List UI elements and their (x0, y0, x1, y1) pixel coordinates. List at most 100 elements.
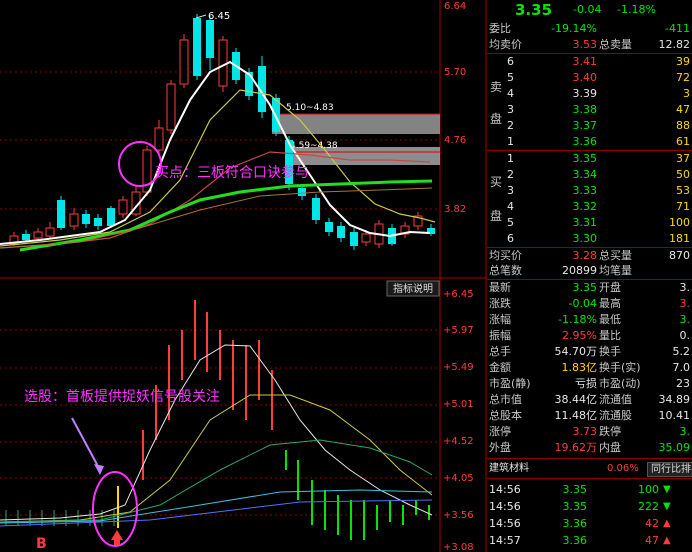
high-marker-label: 6.45 (208, 11, 230, 22)
stat-label: 市盈(动) (599, 377, 641, 390)
tick-time: 14:56 (489, 517, 521, 530)
stat-row: 总手 54.70万 换手 5.2 (487, 344, 692, 360)
bid-row[interactable]: 5 3.31 100 (487, 215, 692, 231)
stat-label: 最低 (599, 313, 621, 326)
book-price: 3.39 (572, 87, 598, 100)
candle-body-down (82, 214, 90, 224)
book-volume: 39 (676, 55, 690, 68)
stat-row: 涨停 3.73 跌停 3. (487, 424, 692, 440)
bid-row[interactable]: 2 3.34 50 (487, 167, 692, 183)
tick-time: 14:56 (489, 500, 521, 513)
book-level: 1 (507, 152, 514, 165)
stat-label: 开盘 (599, 281, 621, 294)
down-arrow-icon: ▼ (663, 501, 671, 512)
candle-body-down (193, 18, 201, 76)
stat-row: 最新 3.35 开盘 3. (487, 280, 692, 296)
book-volume: 181 (669, 232, 690, 245)
ask-row[interactable]: 6 3.41 39 (487, 54, 692, 70)
book-level: 3 (507, 184, 514, 197)
stat-value: 亏损 (575, 377, 597, 390)
ask-row[interactable]: 3 3.38 47 (487, 102, 692, 118)
tick-row: 14:56 3.36 42 ▲ (487, 516, 692, 532)
book-price: 3.35 (572, 152, 598, 165)
tick-time: 14:57 (489, 534, 521, 547)
stat-value: 3. (679, 297, 691, 310)
stat-label: 跌停 (599, 425, 621, 438)
stat-value: 10.41 (658, 409, 691, 422)
ask-row[interactable]: 1 3.36 61 (487, 134, 692, 150)
stat-label: 市盈(静) (489, 377, 531, 390)
wei-bi-label: 委比 (489, 22, 511, 35)
book-volume: 61 (676, 135, 690, 148)
candle-body-down (94, 218, 102, 226)
divider (487, 458, 692, 459)
bid-row[interactable]: 6 3.30 181 (487, 231, 692, 247)
bid-avg-value: 3.28 (572, 249, 598, 262)
book-price: 3.36 (572, 135, 598, 148)
ask-book: 卖 盘 6 3.41 39 5 3.40 72 4 3.39 3 3 3.38 47 2 3.37 88 1 3… (487, 54, 692, 150)
sector-name[interactable]: 建筑材料 (489, 461, 529, 477)
kline-chart[interactable]: 6.64 5.70 4.76 3.82 5.10~4.83 4.59~4.38 … (0, 0, 487, 552)
bid-row[interactable]: 4 3.32 71 (487, 199, 692, 215)
stat-value: 11.48亿 (554, 409, 598, 422)
sub-axis-tick: +3.08 (443, 542, 474, 552)
book-price: 3.31 (572, 216, 598, 229)
price-tick-3: 3.82 (444, 204, 466, 215)
candle-body-down (107, 208, 115, 226)
bid-total-label: 总买量 (599, 249, 632, 262)
stat-value: 3. (679, 281, 691, 294)
last-price: 3.35 (515, 1, 553, 19)
sub-axis-tick: +4.52 (443, 436, 474, 447)
stat-value: -1.18% (558, 313, 597, 326)
stat-row: 涨幅 -1.18% 最低 3. (487, 312, 692, 328)
stat-row: 总股本 11.48亿 流通股 10.41 (487, 408, 692, 424)
resistance-box-lower-label: 4.59~4.38 (290, 141, 338, 151)
sector-rank-button[interactable]: 同行比排名 (647, 462, 692, 477)
stat-value: 0. (679, 329, 691, 342)
stat-row: 市盈(静) 亏损 市盈(动) 23 (487, 376, 692, 392)
wei-bi-value: -19.14% (551, 22, 597, 35)
book-volume: 72 (676, 71, 690, 84)
candle-body-down (22, 234, 30, 240)
indicator-help-label: 指标说明 (393, 282, 433, 295)
tick-row: 14:56 3.35 222 ▼ (487, 499, 692, 515)
stat-value: 3. (679, 425, 691, 438)
up-arrow-icon: ▲ (663, 535, 671, 546)
bid-row[interactable]: 3 3.33 53 (487, 183, 692, 199)
candle-body-up (69, 213, 79, 227)
candle-body-down (350, 232, 358, 246)
book-price: 3.37 (572, 119, 598, 132)
stat-value: 3. (679, 313, 691, 326)
resistance-box-upper-label: 5.10~4.83 (286, 103, 334, 113)
book-volume: 50 (676, 168, 690, 181)
bid-row[interactable]: 1 3.35 37 (487, 151, 692, 167)
candle-body-up (361, 233, 371, 243)
stat-row: 外盘 19.62万 内盘 35.09 (487, 440, 692, 456)
signal-letter: B (36, 536, 47, 552)
book-level: 4 (507, 200, 514, 213)
stat-value: 23 (676, 377, 690, 390)
stat-label: 涨跌 (489, 297, 511, 310)
trades-row: 总笔数 20899 均笔量 (487, 263, 692, 279)
buy-point-annotation: 买点：三板符合口诀参与 (155, 164, 309, 181)
stat-value: 2.95% (562, 329, 597, 342)
stat-value: 1.83亿 (561, 361, 598, 374)
bid-avg-row: 均买价 3.28 总买量 870 (487, 248, 692, 264)
book-price: 3.32 (572, 200, 598, 213)
ask-row[interactable]: 5 3.40 72 (487, 70, 692, 86)
price-tick-0: 6.64 (444, 1, 466, 12)
bid-book: 买 盘 1 3.35 37 2 3.34 50 3 3.33 53 4 3.32 71 5 3.31 100… (487, 151, 692, 247)
tick-price: 3.35 (562, 483, 588, 496)
ask-row[interactable]: 4 3.39 3 (487, 86, 692, 102)
tick-row: 14:56 3.35 100 ▼ (487, 482, 692, 498)
book-level: 6 (507, 232, 514, 245)
book-level: 4 (507, 87, 514, 100)
divider (487, 478, 692, 479)
ask-row[interactable]: 2 3.37 88 (487, 118, 692, 134)
sector-row[interactable]: 建筑材料 0.06% 同行比排名 (487, 461, 692, 477)
sub-axis-tick: +4.05 (443, 473, 474, 484)
ask-total-label: 总卖量 (599, 38, 632, 51)
stat-label: 总股本 (489, 409, 522, 422)
book-volume: 3 (683, 87, 690, 100)
stat-label: 内盘 (599, 441, 621, 454)
